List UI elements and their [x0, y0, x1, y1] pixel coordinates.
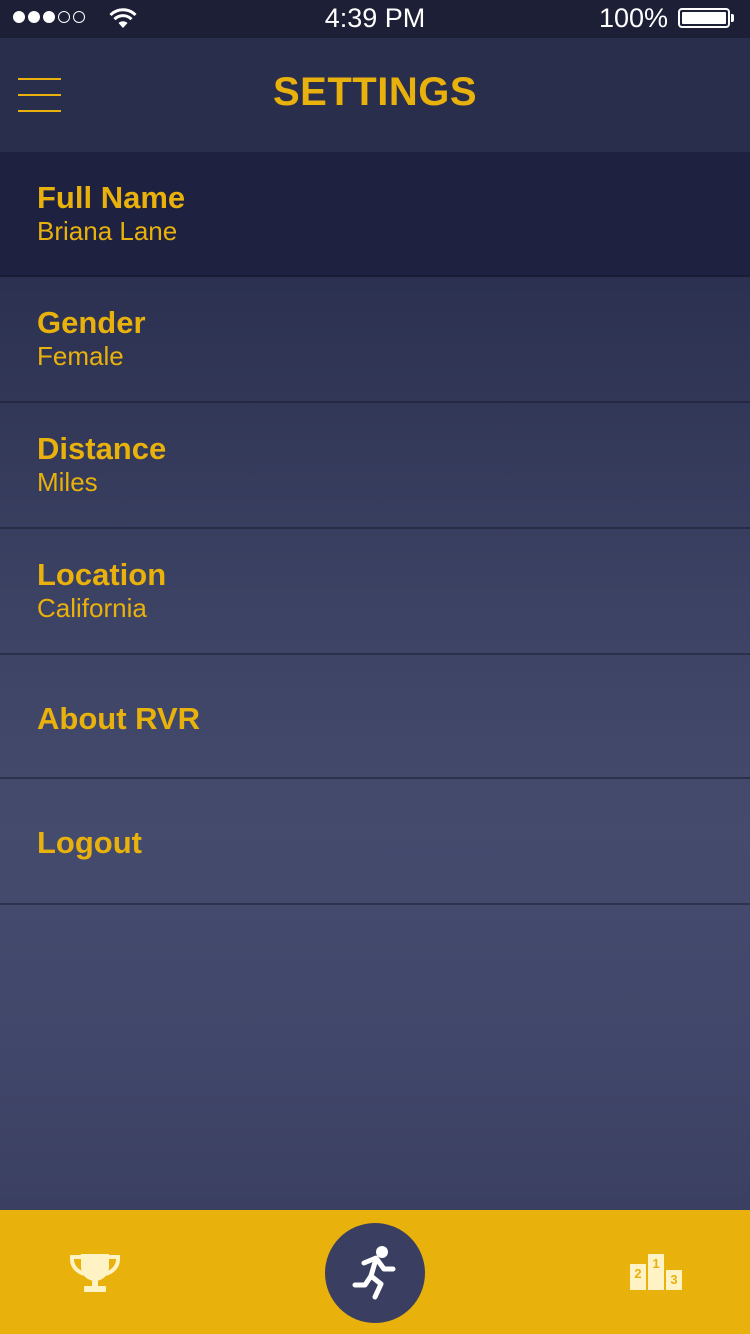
setting-label: Distance: [37, 431, 167, 466]
setting-label: About RVR: [37, 701, 201, 736]
setting-label: Location: [37, 557, 167, 592]
setting-label: Gender: [37, 305, 146, 340]
podium-number: 3: [670, 1272, 677, 1287]
status-bar: 4:39 PM 100%: [0, 0, 750, 38]
battery-fill: [682, 12, 726, 24]
leaderboard-tab[interactable]: 2 1 3: [628, 1252, 684, 1297]
battery-icon: [678, 8, 730, 28]
podium-number: 2: [634, 1266, 641, 1281]
page-title: SETTINGS: [272, 70, 478, 114]
setting-value: Miles: [37, 467, 98, 497]
run-tab[interactable]: [325, 1223, 425, 1323]
setting-label: Full Name: [37, 180, 186, 215]
setting-full-name[interactable]: Full Name Briana Lane: [0, 152, 750, 277]
battery-percentage: 100%: [598, 3, 668, 33]
setting-label: Logout: [37, 825, 143, 860]
trophy-icon: [69, 1254, 121, 1292]
leaderboard-podium-icon: 2 1 3: [630, 1254, 682, 1290]
setting-location[interactable]: Location California: [0, 529, 750, 655]
trophy-tab[interactable]: [68, 1252, 122, 1299]
setting-logout[interactable]: Logout: [0, 779, 750, 905]
tab-bar: 2 1 3: [0, 1210, 750, 1334]
setting-distance[interactable]: Distance Miles: [0, 403, 750, 529]
setting-value: California: [37, 593, 147, 623]
podium-number: 1: [652, 1256, 659, 1271]
battery-nub: [731, 14, 734, 22]
settings-list: Full Name Briana Lane Gender Female Dist…: [0, 152, 750, 905]
setting-value: Female: [37, 341, 124, 371]
running-man-icon: [352, 1246, 396, 1300]
setting-value: Briana Lane: [37, 216, 178, 246]
setting-gender[interactable]: Gender Female: [0, 277, 750, 403]
navigation-bar: SETTINGS: [0, 38, 750, 152]
setting-about-rvr[interactable]: About RVR: [0, 655, 750, 779]
